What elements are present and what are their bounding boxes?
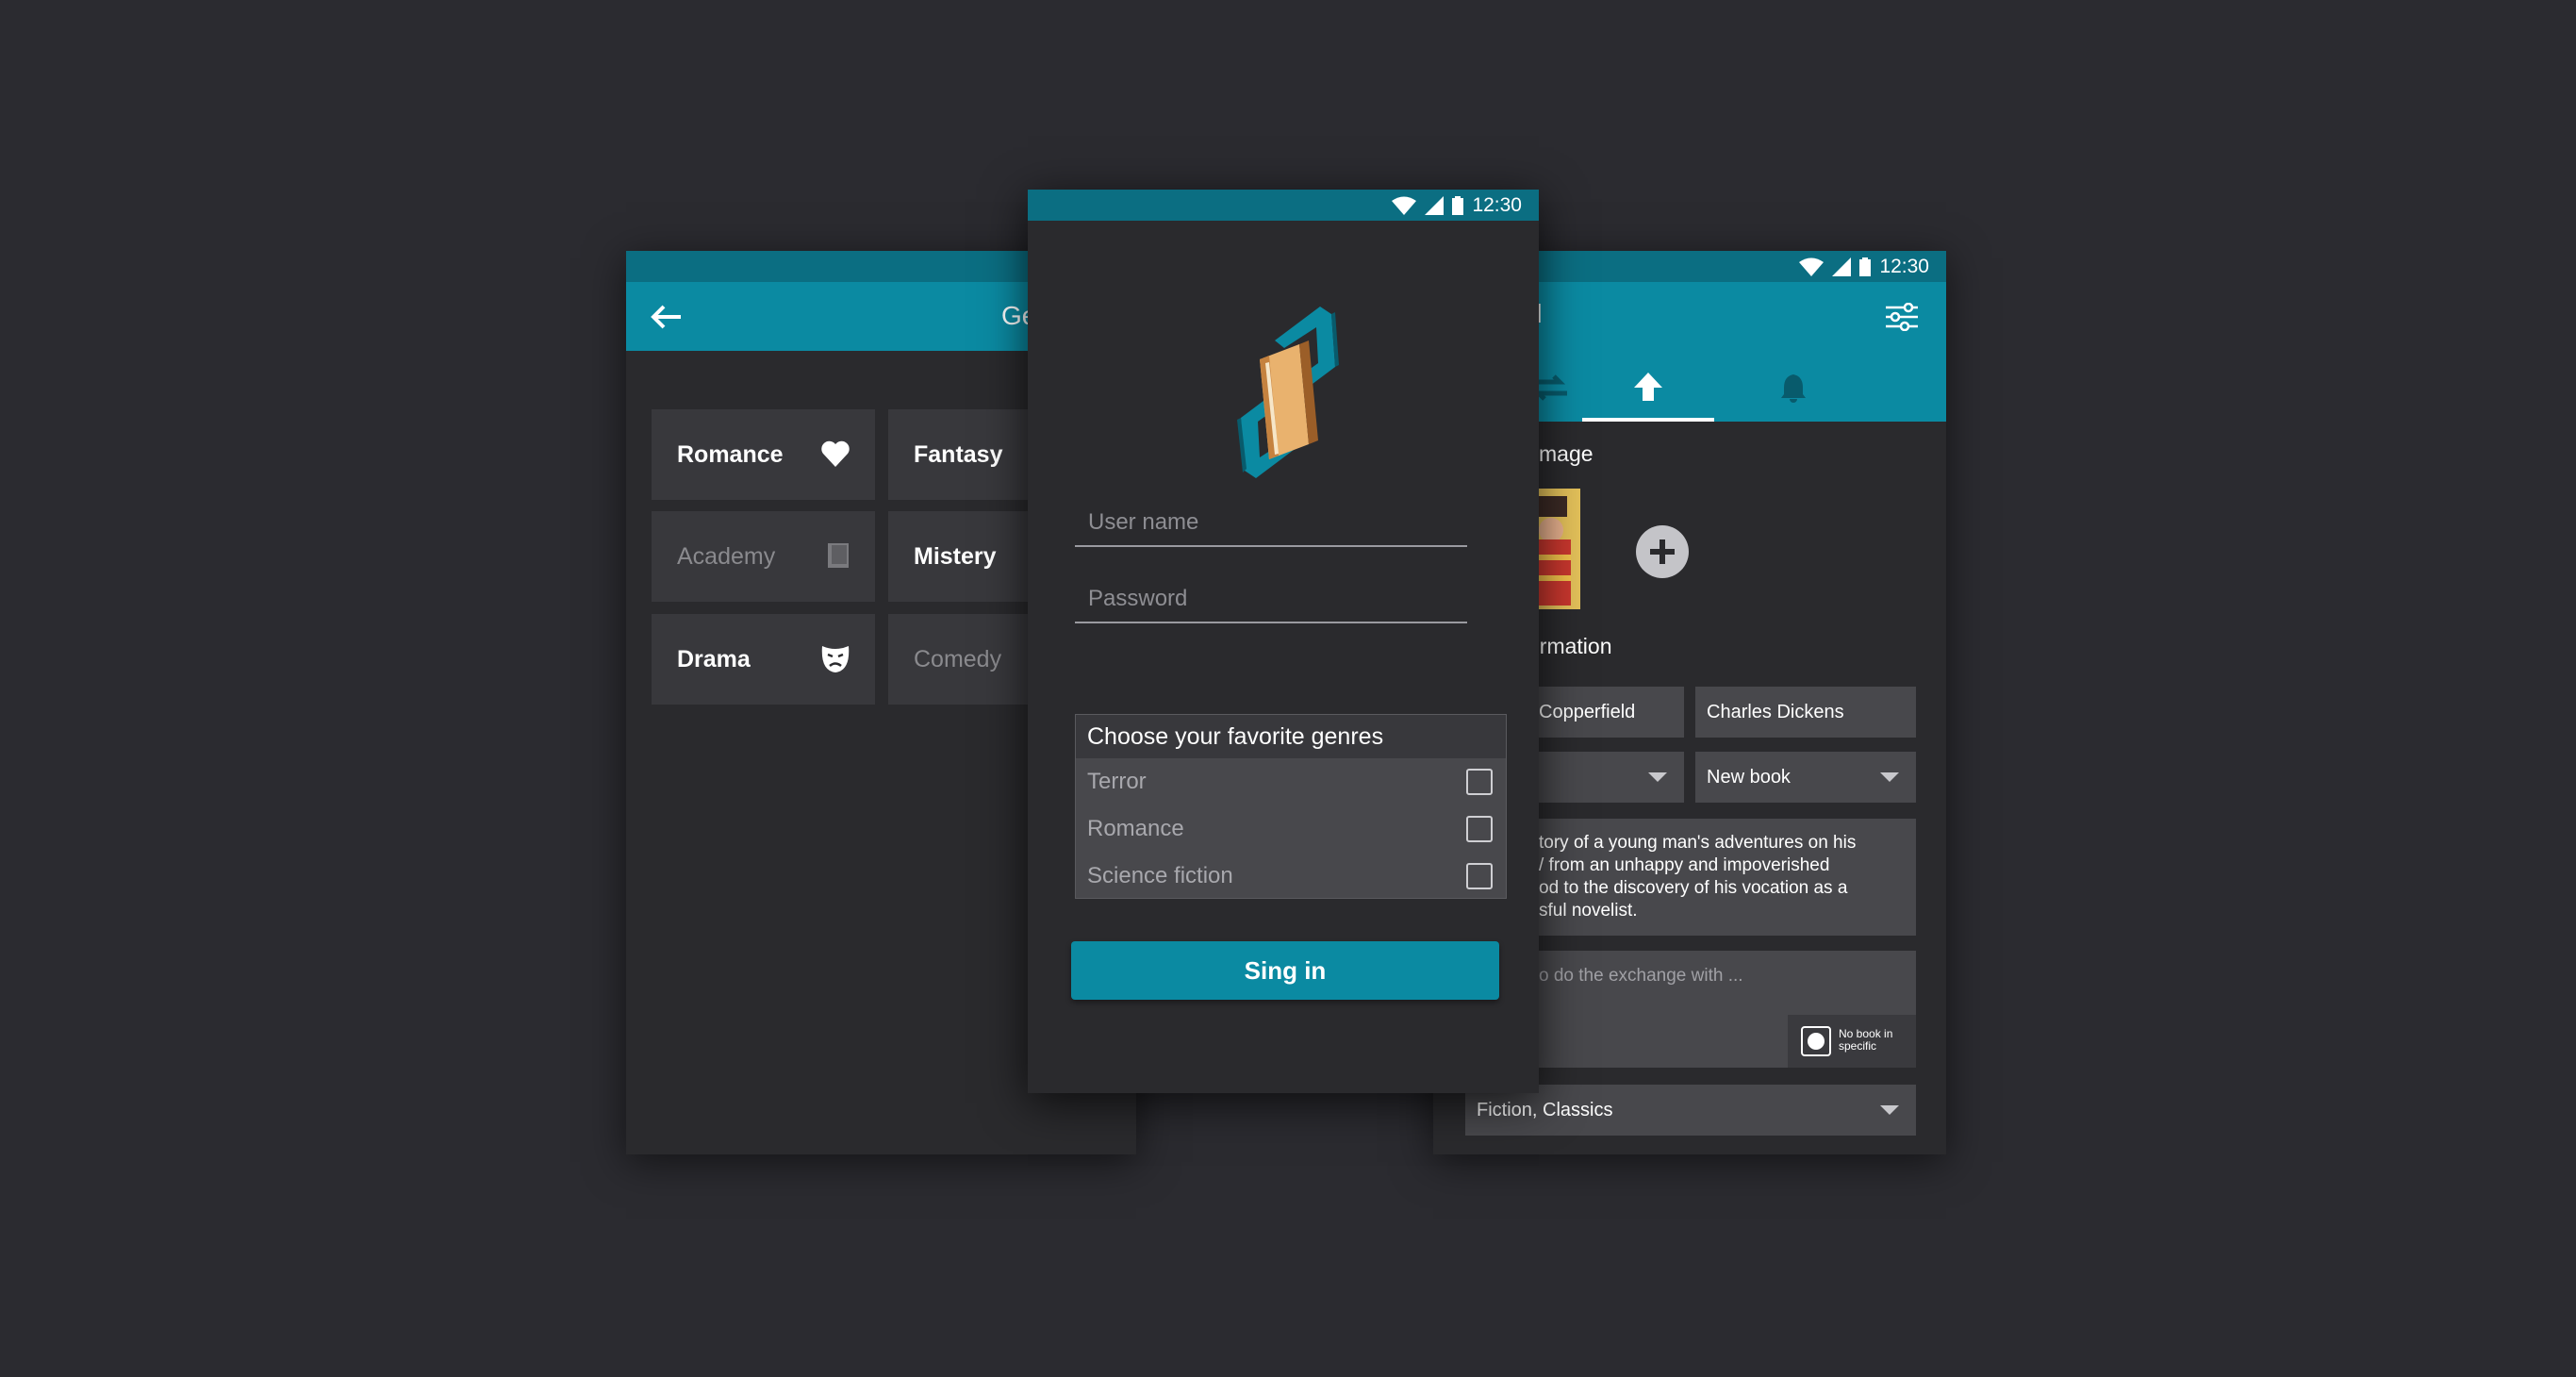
- back-arrow-icon[interactable]: [651, 305, 683, 329]
- battery-icon: [1859, 257, 1872, 276]
- genre-label: Academy: [677, 542, 776, 570]
- login-screen: 12:30 User name Password Choose your fav…: [1028, 190, 1539, 1093]
- battery-icon: [1452, 195, 1464, 215]
- username-field[interactable]: User name: [1075, 500, 1467, 547]
- username-placeholder: User name: [1088, 509, 1199, 535]
- status-time: 12:30: [1472, 193, 1522, 216]
- categories-value: Fiction, Classics: [1477, 1099, 1613, 1120]
- genre-label: Romance: [677, 440, 784, 468]
- book-title-value: Copperfield: [1539, 701, 1636, 722]
- genre-option-science-fiction[interactable]: Science fiction: [1076, 853, 1506, 900]
- radio-icon: [1801, 1026, 1831, 1056]
- signal-icon: [1832, 257, 1852, 276]
- description-field[interactable]: tory of a young man's adventures on his …: [1527, 819, 1916, 936]
- chevron-down-icon: [1880, 772, 1899, 782]
- image-section-title: mage: [1539, 441, 1593, 466]
- checkbox[interactable]: [1466, 816, 1493, 842]
- tab-upload[interactable]: [1582, 352, 1714, 422]
- filter-settings-icon[interactable]: [1886, 303, 1918, 331]
- genre-option-label: Science fiction: [1087, 863, 1233, 888]
- genre-tile-academy[interactable]: Academy: [652, 511, 875, 602]
- book-icon: [828, 543, 849, 568]
- chevron-down-icon: [1648, 772, 1667, 782]
- genre-option-romance[interactable]: Romance: [1076, 805, 1506, 853]
- signal-icon: [1425, 195, 1445, 215]
- checkbox[interactable]: [1466, 769, 1493, 795]
- wifi-icon: [1799, 257, 1825, 276]
- no-book-in-specific-toggle[interactable]: No book in specific: [1788, 1015, 1916, 1068]
- book-title-field[interactable]: Copperfield: [1527, 687, 1684, 738]
- add-image-button[interactable]: [1636, 525, 1689, 578]
- plus-icon: [1650, 539, 1675, 564]
- genre-label: Fantasy: [914, 440, 1003, 468]
- genres-panel-header: Choose your favorite genres: [1076, 715, 1506, 758]
- checkbox[interactable]: [1466, 863, 1493, 889]
- tab-notifications[interactable]: [1744, 352, 1839, 422]
- genre-tile-drama[interactable]: Drama: [652, 614, 875, 705]
- language-select[interactable]: [1527, 752, 1684, 803]
- genre-tile-romance[interactable]: Romance: [652, 409, 875, 500]
- status-bar: 12:30: [1028, 190, 1539, 221]
- active-tab-indicator: [1582, 418, 1714, 422]
- genre-option-label: Romance: [1087, 816, 1184, 841]
- genre-label: Drama: [677, 645, 751, 672]
- author-field[interactable]: Charles Dickens: [1695, 687, 1916, 738]
- genre-label: Comedy: [914, 645, 1002, 672]
- upload-icon: [1634, 373, 1662, 401]
- description-text: tory of a young man's adventures on his …: [1539, 833, 1857, 921]
- wifi-icon: [1392, 196, 1417, 215]
- genre-option-terror[interactable]: Terror: [1076, 758, 1506, 805]
- password-field[interactable]: Password: [1075, 576, 1467, 623]
- genre-option-label: Terror: [1087, 769, 1147, 794]
- genre-label: Mistery: [914, 542, 997, 570]
- book-exchange-logo: [1237, 307, 1339, 478]
- condition-select[interactable]: New book: [1695, 752, 1916, 803]
- heart-icon: [821, 440, 850, 467]
- bell-icon: [1781, 374, 1806, 403]
- chevron-down-icon: [1880, 1105, 1899, 1115]
- status-time: 12:30: [1879, 255, 1929, 277]
- exchange-with-placeholder: o do the exchange with ...: [1539, 966, 1743, 986]
- exchange-with-field[interactable]: o do the exchange with ... No book in sp…: [1527, 951, 1916, 1068]
- author-value: Charles Dickens: [1707, 701, 1844, 722]
- password-placeholder: Password: [1088, 586, 1188, 611]
- condition-value: New book: [1707, 766, 1791, 788]
- information-section-title: ormation: [1527, 634, 1612, 658]
- mask-icon: [821, 646, 850, 672]
- favorite-genres-panel: Choose your favorite genres Terror Roman…: [1075, 714, 1507, 899]
- sign-in-button[interactable]: Sing in: [1071, 941, 1499, 1000]
- no-book-label: No book in specific: [1839, 1027, 1893, 1053]
